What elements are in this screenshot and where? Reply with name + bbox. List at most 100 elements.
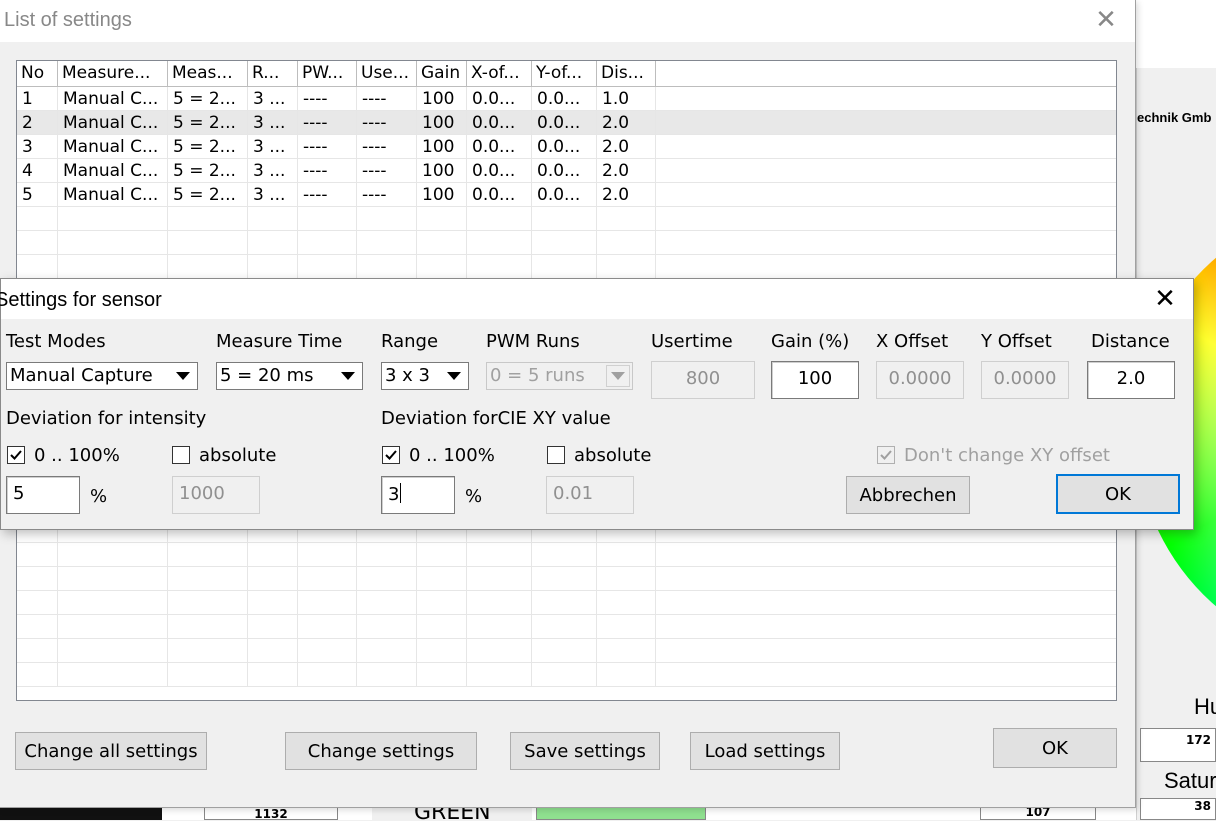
distance-label: Distance — [1091, 331, 1170, 352]
table-cell-distance — [597, 543, 656, 567]
cie-percent-value: 3 — [388, 484, 400, 505]
table-cell-distance — [597, 615, 656, 639]
checkmark-icon — [385, 450, 397, 460]
change-settings-button[interactable]: Change settings — [285, 732, 477, 770]
chevron-down-icon[interactable] — [442, 365, 466, 387]
dialog-close-icon[interactable]: ✕ — [1151, 285, 1179, 313]
table-row[interactable] — [17, 639, 1116, 663]
list-window-title: List of settings — [4, 9, 132, 31]
table-cell-range: 3 ... — [248, 183, 298, 207]
column-header-range[interactable]: R... — [248, 61, 298, 87]
intensity-percent-label[interactable]: 0 .. 100% — [34, 445, 120, 466]
table-row[interactable] — [17, 255, 1116, 279]
column-header-pwm[interactable]: PW... — [298, 61, 357, 87]
table-cell-y-offset — [532, 615, 597, 639]
background-green-swatch — [536, 806, 706, 820]
dialog-ok-button[interactable]: OK — [1056, 474, 1180, 514]
table-cell-distance — [597, 591, 656, 615]
table-cell-measure — [58, 639, 168, 663]
column-header-measure[interactable]: Measure... — [58, 61, 168, 87]
distance-field[interactable]: 2.0 — [1087, 361, 1175, 399]
table-row[interactable] — [17, 591, 1116, 615]
table-row[interactable] — [17, 207, 1116, 231]
table-cell-pwm: ---- — [298, 87, 357, 111]
table-cell-gain: 100 — [417, 159, 467, 183]
intensity-absolute-label[interactable]: absolute — [199, 445, 276, 466]
table-cell-meas-time — [168, 591, 248, 615]
table-cell-no — [17, 543, 58, 567]
column-header-meas-time[interactable]: Meas... — [168, 61, 248, 87]
table-row[interactable] — [17, 663, 1116, 687]
column-header-no[interactable]: No — [17, 61, 58, 87]
table-cell-y-offset — [532, 663, 597, 687]
table-cell-y-offset — [532, 207, 597, 231]
save-settings-button[interactable]: Save settings — [510, 732, 660, 770]
table-cell-meas-time — [168, 615, 248, 639]
table-cell-pwm: ---- — [298, 111, 357, 135]
cie-percent-label[interactable]: 0 .. 100% — [409, 445, 495, 466]
column-header-gain[interactable]: Gain — [417, 61, 467, 87]
chevron-down-icon[interactable] — [171, 365, 195, 387]
list-ok-button[interactable]: OK — [993, 728, 1117, 768]
table-cell-distance — [597, 639, 656, 663]
table-row[interactable]: 1 Manual C... 5 = 2... 3 ... ---- ---- 100 0.0.… — [17, 87, 1116, 111]
usertime-field: 800 — [651, 361, 755, 399]
table-row[interactable] — [17, 615, 1116, 639]
table-cell-y-offset — [532, 231, 597, 255]
table-cell-usertime — [357, 615, 417, 639]
cie-absolute-checkbox[interactable] — [547, 446, 565, 464]
table-cell-no: 5 — [17, 183, 58, 207]
gain-field[interactable]: 100 — [771, 361, 859, 399]
intensity-absolute-checkbox[interactable] — [172, 446, 190, 464]
change-all-settings-button[interactable]: Change all settings — [15, 732, 207, 770]
table-cell-measure — [58, 255, 168, 279]
chevron-down-icon[interactable] — [336, 365, 360, 387]
list-window-close-icon[interactable]: ✕ — [1092, 6, 1120, 34]
table-cell-gain — [417, 663, 467, 687]
table-cell-x-offset: 0.0... — [467, 159, 532, 183]
table-row[interactable]: 4 Manual C... 5 = 2... 3 ... ---- ---- 100 0.0.… — [17, 159, 1116, 183]
table-row[interactable]: 3 Manual C... 5 = 2... 3 ... ---- ---- 100 0.0.… — [17, 135, 1116, 159]
cie-absolute-label[interactable]: absolute — [574, 445, 651, 466]
list-window-titlebar: List of settings ✕ — [0, 0, 1135, 42]
x-offset-field: 0.0000 — [876, 361, 964, 399]
table-cell-measure: Manual C... — [58, 159, 168, 183]
table-cell-measure — [58, 207, 168, 231]
column-header-distance[interactable]: Dis... — [597, 61, 656, 87]
table-row[interactable]: 2 Manual C... 5 = 2... 3 ... ---- ---- 100 0.0.… — [17, 111, 1116, 135]
table-cell-no: 2 — [17, 111, 58, 135]
intensity-percent-field[interactable]: 5 — [6, 476, 80, 514]
table-row[interactable]: 5 Manual C... 5 = 2... 3 ... ---- ---- 100 0.0.… — [17, 183, 1116, 207]
table-cell-x-offset — [467, 231, 532, 255]
table-cell-no: 1 — [17, 87, 58, 111]
cancel-button[interactable]: Abbrechen — [846, 476, 970, 514]
column-header-usertime[interactable]: Use... — [357, 61, 417, 87]
table-cell-distance: 2.0 — [597, 159, 656, 183]
column-header-x-offset[interactable]: X-of... — [467, 61, 532, 87]
table-cell-measure: Manual C... — [58, 183, 168, 207]
pwm-runs-value: 0 = 5 runs — [490, 365, 585, 386]
dont-change-xy-label: Don't change XY offset — [904, 445, 1110, 466]
cie-absolute-field: 0.01 — [546, 476, 634, 514]
cie-percent-checkbox[interactable] — [382, 446, 400, 464]
measure-time-select[interactable]: 5 = 20 ms — [216, 362, 363, 390]
measure-time-label: Measure Time — [216, 331, 343, 352]
table-cell-measure: Manual C... — [58, 87, 168, 111]
cie-percent-field[interactable]: 3 — [381, 476, 455, 514]
range-select[interactable]: 3 x 3 — [381, 362, 469, 390]
x-offset-label: X Offset — [876, 331, 949, 352]
table-cell-no — [17, 231, 58, 255]
test-mode-select[interactable]: Manual Capture — [6, 362, 198, 390]
table-cell-pwm — [298, 615, 357, 639]
table-row[interactable] — [17, 231, 1116, 255]
table-row[interactable] — [17, 543, 1116, 567]
table-cell-distance: 1.0 — [597, 87, 656, 111]
table-cell-usertime — [357, 207, 417, 231]
table-cell-pwm — [298, 663, 357, 687]
load-settings-button[interactable]: Load settings — [690, 732, 840, 770]
pwm-runs-select: 0 = 5 runs — [486, 362, 633, 390]
table-cell-measure — [58, 231, 168, 255]
column-header-y-offset[interactable]: Y-of... — [532, 61, 597, 87]
intensity-percent-checkbox[interactable] — [7, 446, 25, 464]
table-row[interactable] — [17, 567, 1116, 591]
